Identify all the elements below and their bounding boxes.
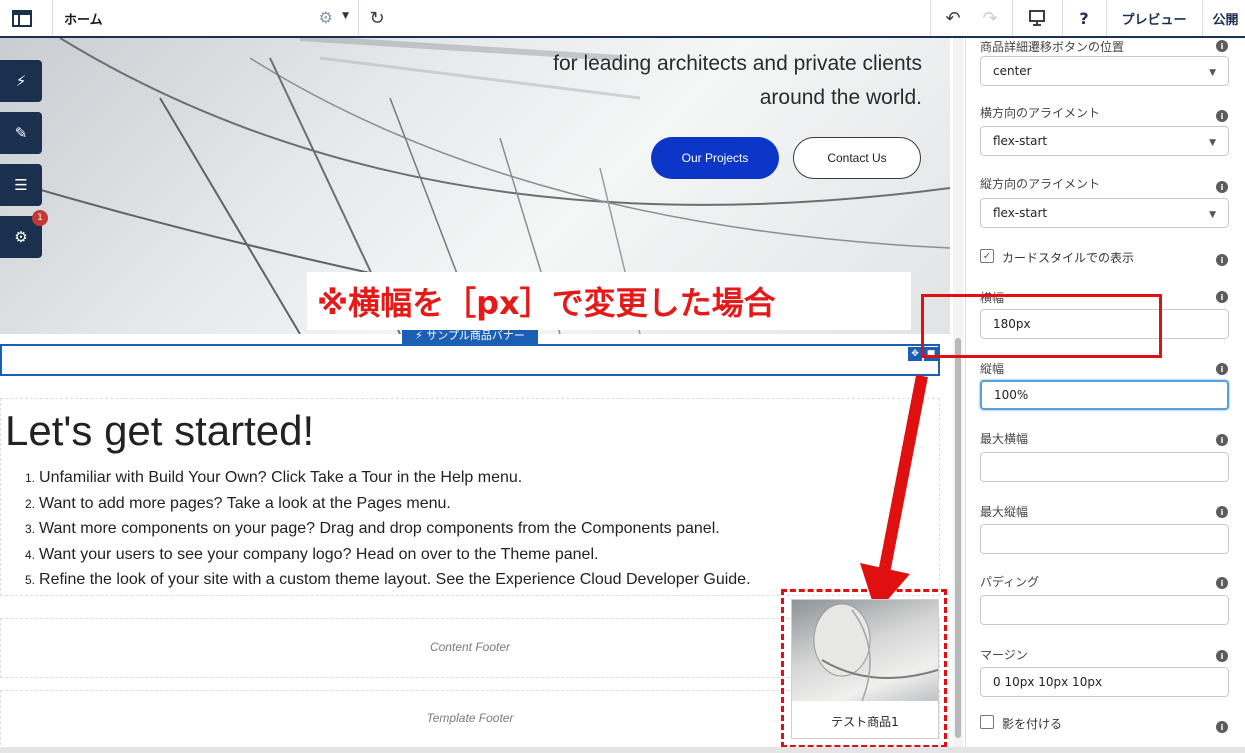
chevron-down-icon[interactable]: ▼ bbox=[342, 11, 349, 21]
preview-button[interactable]: プレビュー bbox=[1106, 0, 1202, 36]
redo-icon: ↷ bbox=[982, 7, 998, 29]
chevron-down-icon: ▼ bbox=[1209, 210, 1216, 220]
preview-label: プレビュー bbox=[1121, 12, 1187, 28]
property-panel: 商品詳細遷移ボタンの位置 i center ▼ 横方向のアライメント i flex… bbox=[965, 38, 1245, 753]
page-settings-gear-icon[interactable]: ⚙ bbox=[319, 8, 333, 27]
toolbar-divider bbox=[358, 0, 359, 36]
hero-tagline-line2: around the world. bbox=[759, 86, 922, 109]
our-projects-button[interactable]: Our Projects bbox=[651, 137, 779, 179]
height-label: 縦幅 bbox=[980, 362, 1005, 376]
annotation-arrow bbox=[860, 374, 928, 613]
list-item: 1. Unfamiliar with Build Your Own? Click … bbox=[25, 469, 523, 486]
content-region[interactable]: Let's get started! 1. Unfamiliar with Bui… bbox=[0, 398, 940, 596]
publish-button[interactable]: 公開 bbox=[1206, 0, 1245, 36]
page-canvas: for leading architects and private clien… bbox=[0, 38, 950, 753]
move-icon[interactable]: ✥ bbox=[908, 347, 922, 361]
device-preview-icon[interactable] bbox=[1012, 0, 1062, 36]
position-label: 商品詳細遷移ボタンの位置 bbox=[980, 40, 1125, 54]
toolbar-divider bbox=[1202, 0, 1203, 36]
chevron-down-icon: ▼ bbox=[1209, 138, 1216, 148]
toolbar-divider bbox=[930, 0, 931, 36]
annotation-caption: ※横幅を［px］で変更した場合 bbox=[307, 272, 911, 330]
info-icon[interactable]: i bbox=[1216, 650, 1228, 662]
started-heading: Let's get started! bbox=[5, 407, 315, 454]
settings-gear-icon[interactable]: ⚙ 1 bbox=[0, 210, 48, 258]
card-style-checkbox[interactable]: ✓ bbox=[980, 249, 994, 263]
notification-badge: 1 bbox=[32, 210, 48, 226]
position-select[interactable]: center ▼ bbox=[980, 56, 1229, 86]
theme-brush-icon[interactable]: ✎ bbox=[0, 112, 42, 154]
product-card-highlight: テスト商品1 bbox=[781, 589, 947, 748]
v-align-select[interactable]: flex-start ▼ bbox=[980, 198, 1229, 228]
info-icon[interactable]: i bbox=[1216, 181, 1228, 193]
shadow-checkbox[interactable] bbox=[980, 715, 994, 729]
hero-tagline-line1: for leading architects and private clien… bbox=[553, 52, 922, 75]
canvas-scrollbar[interactable] bbox=[953, 38, 963, 753]
max-height-label: 最大縦幅 bbox=[980, 505, 1029, 519]
height-input[interactable]: 100% bbox=[980, 380, 1229, 410]
builder-toolbar: ホーム ⚙ ▼ ↻ ↶ ↷ ? プレビュー 公開 bbox=[0, 0, 1245, 38]
info-icon[interactable]: i bbox=[1216, 506, 1228, 518]
refresh-icon[interactable]: ↻ bbox=[362, 0, 392, 36]
info-icon[interactable]: i bbox=[1216, 721, 1228, 733]
product-name: テスト商品1 bbox=[831, 715, 899, 729]
list-item: 3. Want more components on your page? Dra… bbox=[25, 520, 720, 537]
max-height-input[interactable] bbox=[980, 524, 1229, 554]
product-card[interactable]: テスト商品1 bbox=[791, 599, 939, 739]
selected-component-frame[interactable]: ✥ ■ bbox=[0, 344, 940, 376]
help-icon[interactable]: ? bbox=[1062, 0, 1106, 36]
annotation-highlight-box bbox=[921, 294, 1162, 358]
contact-us-button[interactable]: Contact Us bbox=[793, 137, 921, 179]
h-align-select[interactable]: flex-start ▼ bbox=[980, 126, 1229, 156]
info-icon[interactable]: i bbox=[1216, 254, 1228, 266]
max-width-label: 最大横幅 bbox=[980, 432, 1029, 446]
list-item: 4. Want your users to see your company lo… bbox=[25, 545, 599, 563]
started-steps-list: 1. Unfamiliar with Build Your Own? Click … bbox=[25, 469, 751, 597]
padding-input[interactable] bbox=[980, 595, 1229, 625]
info-icon[interactable]: i bbox=[1216, 110, 1228, 122]
card-style-label: カードスタイルでの表示 bbox=[1002, 251, 1135, 265]
info-icon[interactable]: i bbox=[1216, 434, 1228, 446]
list-item: 2. Want to add more pages? Take a look at… bbox=[25, 494, 451, 512]
margin-label: マージン bbox=[980, 648, 1028, 662]
product-image bbox=[792, 600, 938, 701]
info-icon[interactable]: i bbox=[1216, 40, 1228, 52]
page-structure-icon[interactable] bbox=[0, 0, 44, 36]
info-icon[interactable]: i bbox=[1216, 291, 1228, 303]
margin-input[interactable]: 0 10px 10px 10px bbox=[980, 667, 1229, 697]
components-lightning-icon[interactable]: ⚡ bbox=[0, 60, 42, 102]
info-icon[interactable]: i bbox=[1216, 577, 1228, 589]
list-item: 5. Refine the look of your site with a cu… bbox=[25, 571, 751, 588]
max-width-input[interactable] bbox=[980, 452, 1229, 482]
publish-label: 公開 bbox=[1212, 12, 1239, 28]
v-align-label: 縦方向のアライメント bbox=[980, 177, 1101, 191]
h-align-label: 横方向のアライメント bbox=[980, 106, 1101, 120]
shadow-label: 影を付ける bbox=[1002, 717, 1063, 731]
undo-icon[interactable]: ↶ bbox=[938, 0, 968, 36]
padding-label: パディング bbox=[980, 575, 1040, 589]
pages-list-icon[interactable]: ☰ bbox=[0, 164, 42, 206]
chevron-down-icon: ▼ bbox=[1209, 68, 1216, 78]
page-selector[interactable]: ホーム ⚙ ▼ bbox=[52, 0, 357, 36]
info-icon[interactable]: i bbox=[1216, 363, 1228, 375]
page-name: ホーム bbox=[64, 12, 103, 28]
window-bottom-edge bbox=[0, 747, 1245, 753]
